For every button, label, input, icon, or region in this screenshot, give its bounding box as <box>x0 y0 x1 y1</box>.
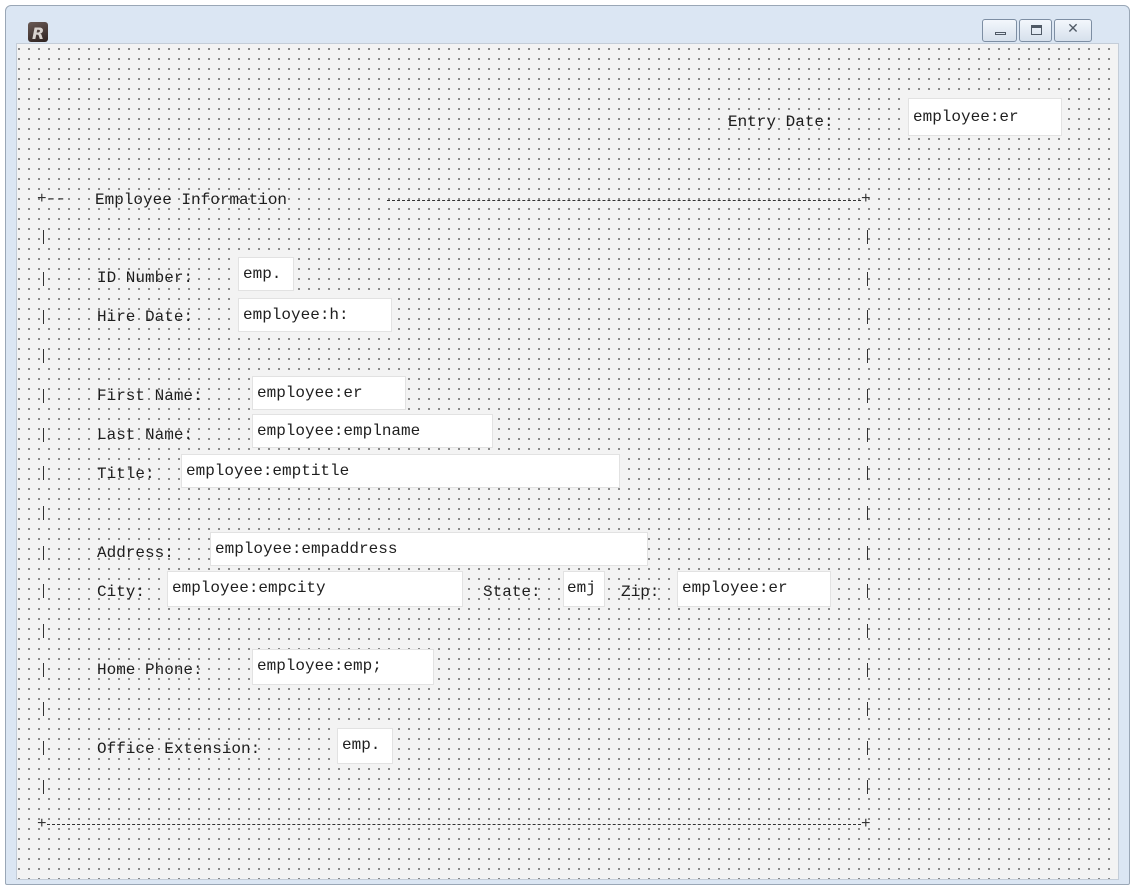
group-frame-right-border <box>867 466 868 480</box>
maximize-button[interactable] <box>1019 19 1052 42</box>
address-field[interactable]: employee:empaddress <box>210 532 648 566</box>
close-icon: ✕ <box>1067 21 1079 37</box>
group-frame-right-border <box>867 506 868 520</box>
first-name-field[interactable]: employee:er <box>252 376 406 410</box>
office-extension-label: Office Extension: <box>97 740 261 758</box>
group-frame-left-border <box>43 466 44 480</box>
group-frame-left-border <box>43 230 44 244</box>
group-frame-corner-tl: +-- <box>37 190 66 208</box>
zip-label: Zip: <box>621 583 660 601</box>
group-frame-left-border <box>43 624 44 638</box>
group-frame-right-border <box>867 349 868 363</box>
form-design-canvas[interactable]: Entry Date: employee:er +-- Employee Inf… <box>16 43 1119 880</box>
state-field[interactable]: emj <box>563 571 605 607</box>
state-label: State: <box>483 583 541 601</box>
hire-date-label: Hire Date: <box>97 308 194 326</box>
group-frame-right-border <box>867 310 868 324</box>
group-frame-left-border <box>43 349 44 363</box>
group-frame-right-border <box>867 428 868 442</box>
zip-field[interactable]: employee:er <box>677 571 831 607</box>
entry-date-field[interactable]: employee:er <box>908 98 1062 136</box>
group-frame-corner-br: + <box>861 815 871 833</box>
group-frame-left-border <box>43 389 44 403</box>
id-number-field[interactable]: emp. <box>238 257 294 291</box>
group-frame-bottom-border <box>47 824 861 825</box>
group-frame-left-border <box>43 663 44 677</box>
id-number-label: ID Number: <box>97 269 194 287</box>
last-name-field[interactable]: employee:emplname <box>252 414 493 448</box>
group-frame-left-border <box>43 428 44 442</box>
group-frame-corner-bl: + <box>37 815 47 833</box>
group-frame-left-border <box>43 780 44 794</box>
hire-date-field[interactable]: employee:h: <box>238 298 392 332</box>
designer-window: R ✕ Entry Date: employee:er +-- Employee… <box>5 5 1130 885</box>
group-frame-right-border <box>867 624 868 638</box>
entry-date-label: Entry Date: <box>728 113 834 131</box>
last-name-label: Last Name: <box>97 426 194 444</box>
group-frame-right-border <box>867 230 868 244</box>
minimize-button[interactable] <box>982 19 1017 42</box>
home-phone-field[interactable]: employee:emp; <box>252 649 434 685</box>
group-frame-left-border <box>43 272 44 286</box>
app-icon[interactable]: R <box>28 22 48 42</box>
group-frame-left-border <box>43 741 44 755</box>
group-frame-left-border <box>43 702 44 716</box>
group-frame-left-border <box>43 584 44 598</box>
city-label: City: <box>97 583 146 601</box>
group-frame-corner-tr: + <box>861 190 871 208</box>
group-frame-right-border <box>867 389 868 403</box>
group-frame-right-border <box>867 780 868 794</box>
group-frame-right-border <box>867 272 868 286</box>
first-name-label: First Name: <box>97 387 203 405</box>
home-phone-label: Home Phone: <box>97 661 203 679</box>
office-extension-field[interactable]: emp. <box>337 728 393 764</box>
title-bar[interactable]: R ✕ <box>6 6 1129 46</box>
group-frame-right-border <box>867 663 868 677</box>
group-frame-right-border <box>867 702 868 716</box>
group-frame-left-border <box>43 546 44 560</box>
city-field[interactable]: employee:empcity <box>167 571 463 607</box>
group-frame-top-border <box>387 200 861 201</box>
group-title: Employee Information <box>95 191 288 209</box>
title-label: Title: <box>97 465 155 483</box>
group-frame-left-border <box>43 506 44 520</box>
group-frame-right-border <box>867 741 868 755</box>
group-frame-right-border <box>867 546 868 560</box>
group-frame-left-border <box>43 310 44 324</box>
close-button[interactable]: ✕ <box>1054 19 1092 42</box>
address-label: Address: <box>97 544 174 562</box>
group-frame-right-border <box>867 584 868 598</box>
title-field[interactable]: employee:emptitle <box>181 454 620 488</box>
